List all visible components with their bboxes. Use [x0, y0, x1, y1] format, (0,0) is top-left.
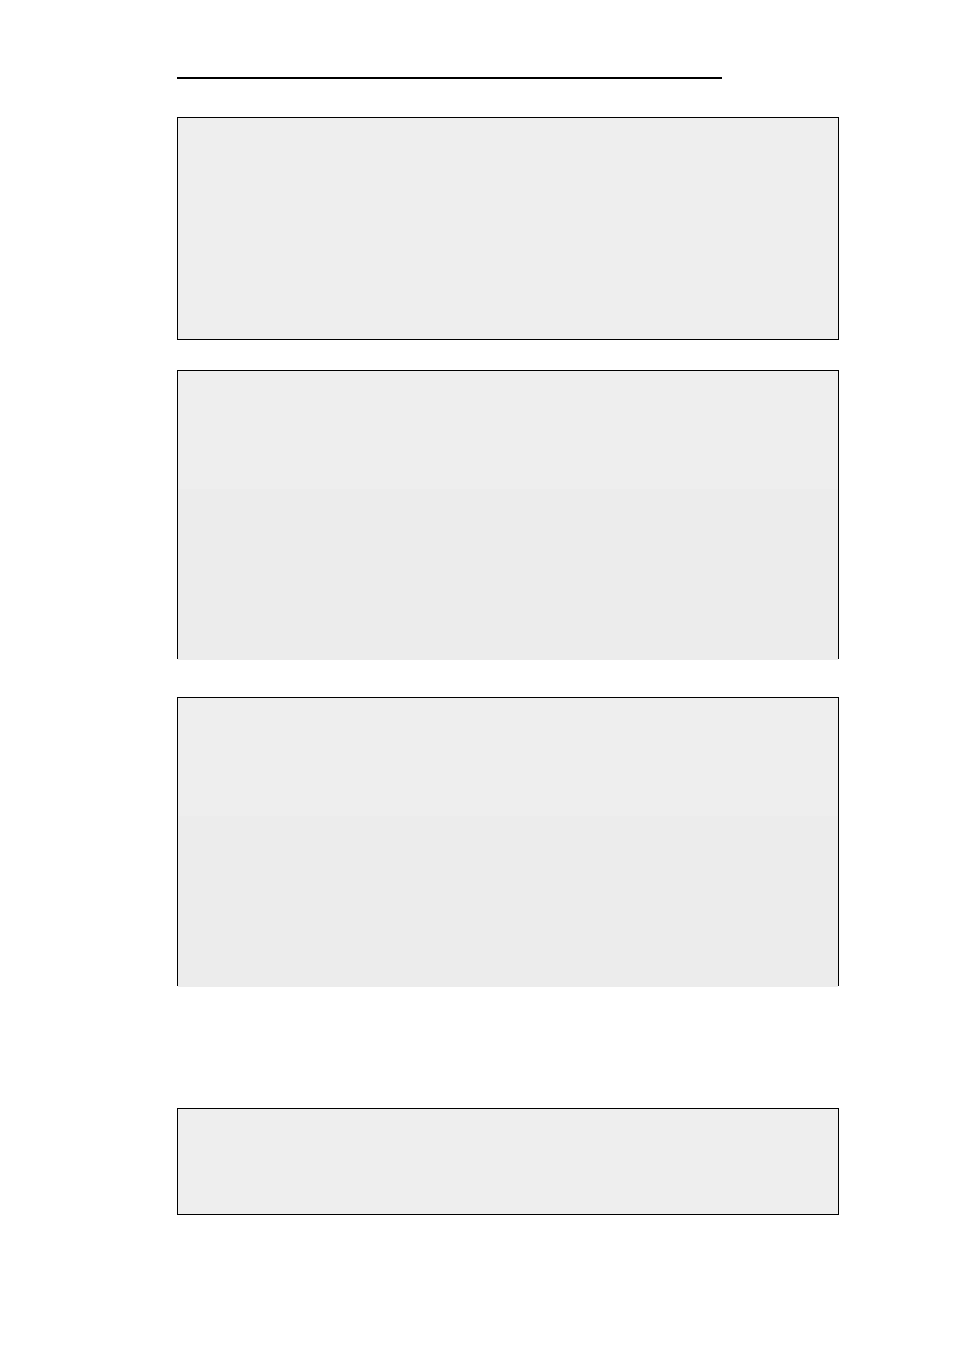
horizontal-rule	[177, 77, 722, 79]
content-box-2-inner	[178, 489, 838, 660]
content-box-4	[177, 1108, 839, 1215]
content-box-3-inner	[178, 816, 838, 987]
content-box-3	[177, 697, 839, 986]
content-box-1	[177, 117, 839, 340]
content-box-2	[177, 370, 839, 659]
